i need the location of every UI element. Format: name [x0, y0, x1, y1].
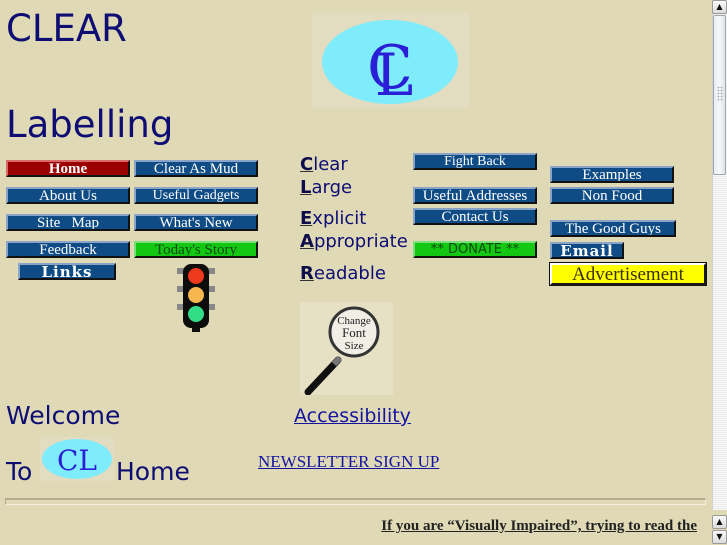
- acronym-initial: A: [300, 231, 314, 252]
- nav-fight-back-button[interactable]: Fight Back: [413, 153, 537, 170]
- acronym-rest: arge: [311, 177, 353, 198]
- horizontal-divider: [5, 498, 706, 505]
- nav-todays-story-button[interactable]: Today's Story: [134, 241, 258, 258]
- acronym-initial: L: [300, 177, 312, 198]
- frame-scroll-down-button[interactable]: ▼: [712, 530, 727, 544]
- nav-links-button[interactable]: Links: [18, 263, 116, 280]
- nav-whats-new-button[interactable]: What's New: [134, 214, 258, 231]
- welcome-heading: Welcome: [6, 401, 121, 430]
- logo: C L: [312, 13, 469, 109]
- accessibility-link[interactable]: Accessibility: [294, 405, 411, 427]
- nav-clear-as-mud-button[interactable]: Clear As Mud: [134, 160, 258, 177]
- nav-contact-us-button[interactable]: Contact Us: [413, 208, 537, 225]
- acronym-appropriate: Appropriate: [300, 233, 408, 251]
- logo-letter-l: L: [375, 41, 414, 108]
- change-font-size-button[interactable]: Change Font Size: [300, 302, 393, 396]
- font-size-image-text: Size: [345, 340, 364, 352]
- acronym-initial: E: [300, 208, 313, 229]
- font-size-image-text: Font: [342, 325, 366, 340]
- welcome-logo: CL: [40, 437, 114, 481]
- nav-non-food-button[interactable]: Non Food: [550, 187, 674, 204]
- acronym-initial: C: [300, 154, 314, 175]
- scroll-up-button[interactable]: ▲: [712, 0, 727, 14]
- acronym-readable: Readable: [300, 265, 386, 283]
- traffic-light-icon: [173, 262, 219, 338]
- welcome-home-text: Home: [116, 457, 190, 486]
- nav-about-us-button[interactable]: About Us: [6, 187, 130, 204]
- nav-email-button[interactable]: Email: [550, 242, 624, 259]
- acronym-rest: ppropriate: [313, 231, 408, 252]
- welcome-to-text: To: [6, 457, 33, 486]
- frame-scroll-up-button[interactable]: ▲: [712, 515, 727, 529]
- nav-useful-gadgets-button[interactable]: Useful Gadgets: [134, 187, 258, 204]
- magnifying-glass-icon: Change Font Size: [304, 306, 380, 396]
- acronym-clear: Clear: [300, 156, 348, 174]
- frame-scrollbar[interactable]: ▲ ▼: [712, 512, 727, 545]
- acronym-initial: R: [300, 263, 314, 284]
- acronym-rest: xplicit: [312, 208, 367, 229]
- advertisement-button[interactable]: Advertisement: [549, 262, 707, 286]
- logo-graphic: C L: [322, 20, 458, 109]
- nav-feedback-button[interactable]: Feedback: [6, 241, 130, 258]
- newsletter-signup-link[interactable]: NEWSLETTER SIGN UP: [258, 452, 439, 472]
- scrollbar-grip-icon: [717, 86, 723, 102]
- site-title-labelling: Labelling: [6, 103, 174, 146]
- nav-good-guys-button[interactable]: The Good Guys: [550, 220, 676, 237]
- visually-impaired-notice: If you are “Visually Impaired”, trying t…: [381, 518, 697, 534]
- site-title-clear: CLEAR: [6, 7, 127, 50]
- nav-site-map-button[interactable]: Site Map: [6, 214, 130, 231]
- scrollbar-thumb[interactable]: [713, 15, 726, 175]
- acronym-large: Large: [300, 179, 352, 197]
- acronym-rest: lear: [313, 154, 348, 175]
- nav-useful-addresses-button[interactable]: Useful Addresses: [413, 187, 537, 204]
- acronym-explicit: Explicit: [300, 210, 366, 228]
- nav-home-button[interactable]: Home: [6, 160, 130, 177]
- welcome-logo-text: CL: [57, 444, 97, 477]
- page-scrollbar[interactable]: ▲: [712, 0, 727, 510]
- acronym-rest: eadable: [313, 263, 386, 284]
- nav-donate-button[interactable]: ** DONATE **: [413, 241, 537, 258]
- nav-examples-button[interactable]: Examples: [550, 166, 674, 183]
